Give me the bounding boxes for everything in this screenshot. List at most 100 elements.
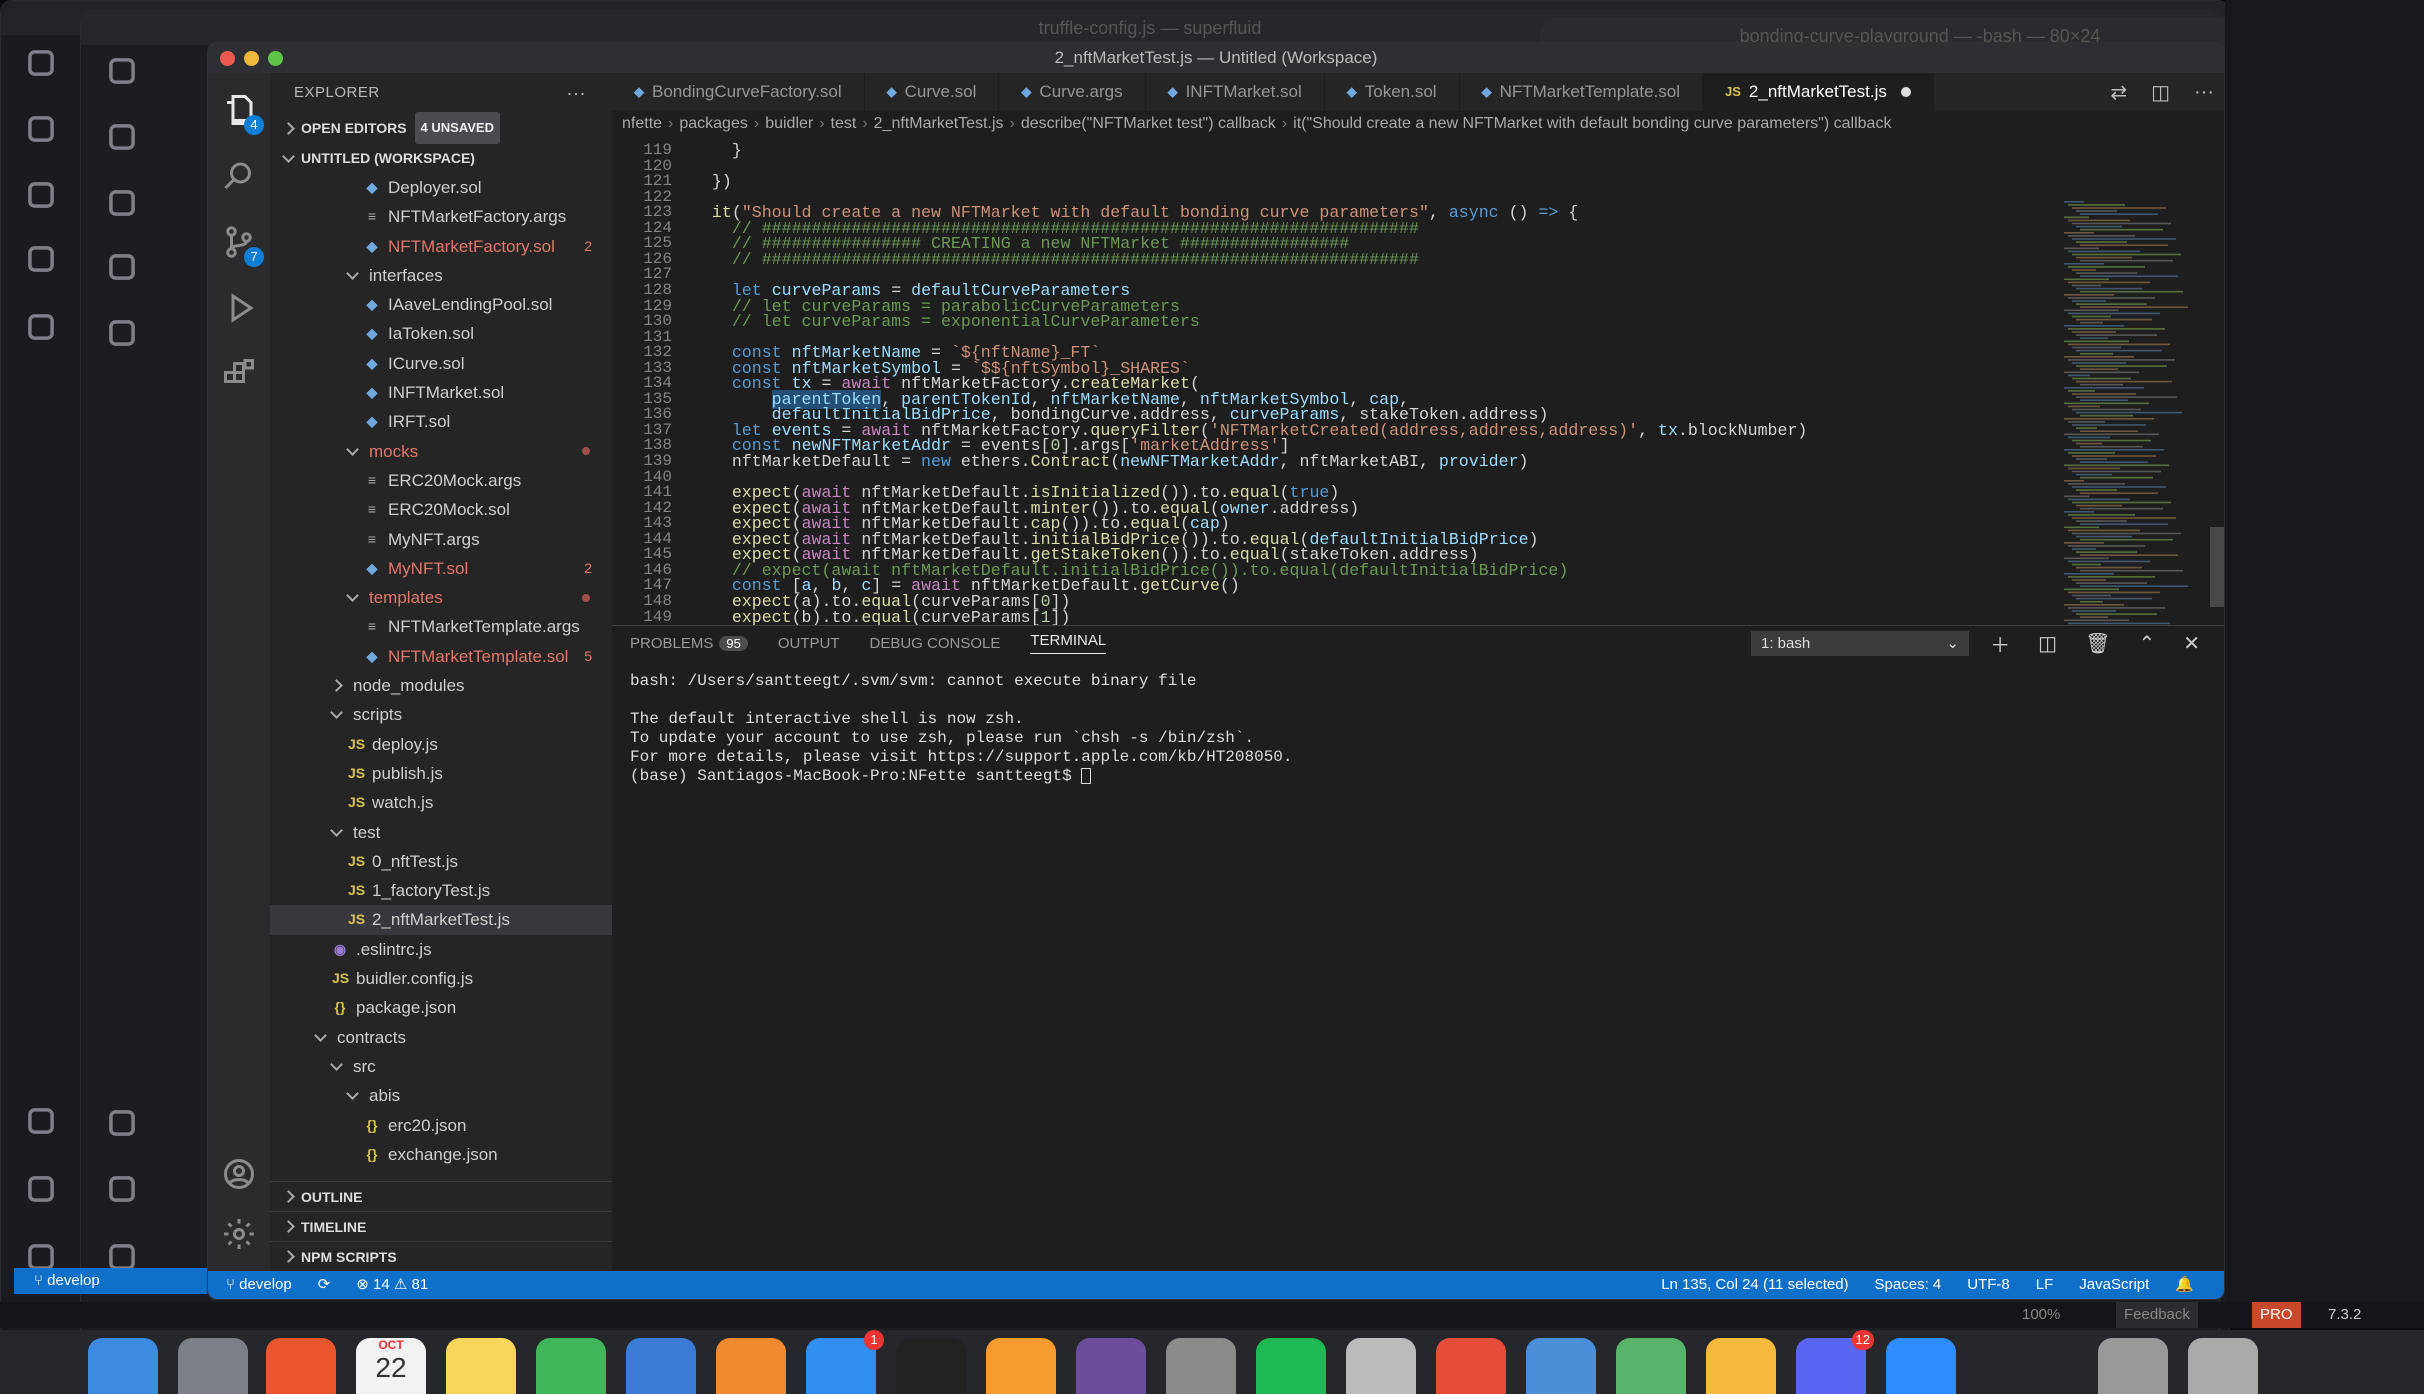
panel-tab-debug-console[interactable]: DEBUG CONSOLE xyxy=(870,635,1001,652)
tree-item[interactable]: ◆ INFTMarket.sol xyxy=(270,378,612,407)
tree-item[interactable]: ◆ IaToken.sol xyxy=(270,319,612,348)
breadcrumb-item[interactable]: buidler xyxy=(765,115,813,132)
panel-tab-terminal[interactable]: TERMINAL xyxy=(1030,632,1107,654)
terminal-icon[interactable] xyxy=(896,1338,966,1394)
code-line[interactable]: // #####################################… xyxy=(692,250,1419,269)
unsaved-dot-icon[interactable] xyxy=(1900,87,1911,97)
tree-item[interactable]: {} erc20.json xyxy=(270,1111,612,1140)
tree-item[interactable]: test xyxy=(270,818,612,847)
tree-item[interactable]: JS 0_nftTest.js xyxy=(270,847,612,876)
run-debug-icon[interactable] xyxy=(212,281,266,335)
editor-scrollbar[interactable] xyxy=(2210,527,2224,607)
tree-item[interactable]: abis xyxy=(270,1081,612,1110)
source-control-icon[interactable]: 7 xyxy=(212,215,266,269)
sync-icon[interactable]: ⟳ xyxy=(318,1271,331,1299)
mail-icon[interactable] xyxy=(1526,1338,1596,1394)
search-icon[interactable] xyxy=(212,149,266,203)
settings-gear-icon[interactable] xyxy=(212,1207,266,1261)
tor-icon[interactable] xyxy=(1076,1338,1146,1394)
discord-icon[interactable]: 12 xyxy=(1796,1330,1874,1394)
tree-item[interactable]: interfaces xyxy=(270,261,612,290)
explorer-icon[interactable]: 4 xyxy=(212,83,266,137)
tree-item[interactable]: ≡ NFTMarketFactory.args xyxy=(270,202,612,231)
tree-item[interactable]: ◉ .eslintrc.js xyxy=(270,935,612,964)
tree-item[interactable]: JS publish.js xyxy=(270,759,612,788)
editor-tab[interactable]: ◆ Curve.sol xyxy=(865,73,1000,111)
breadcrumb-item[interactable]: test xyxy=(831,115,857,132)
system-preferences-icon[interactable] xyxy=(1166,1338,1236,1394)
maps-icon[interactable] xyxy=(1616,1338,1686,1394)
open-changes-icon[interactable]: ⇄ xyxy=(2110,80,2127,105)
language-mode[interactable]: JavaScript xyxy=(2079,1271,2149,1299)
maximize-panel-icon[interactable]: ⌃ xyxy=(2138,631,2155,656)
tree-item[interactable]: src xyxy=(270,1052,612,1081)
section-timeline[interactable]: TIMELINE xyxy=(270,1211,612,1241)
minimap[interactable] xyxy=(2056,201,2206,625)
tree-item[interactable]: {} package.json xyxy=(270,993,612,1022)
breadcrumb-item[interactable]: packages xyxy=(679,115,748,132)
editor-tab[interactable]: ◆ NFTMarketTemplate.sol xyxy=(1460,73,1704,111)
cursor-position[interactable]: Ln 135, Col 24 (11 selected) xyxy=(1661,1271,1848,1299)
explorer-more-button[interactable]: ··· xyxy=(567,73,586,113)
editor-tab[interactable]: ◆ BondingCurveFactory.sol xyxy=(612,73,865,111)
tree-item[interactable]: mocks xyxy=(270,437,612,466)
launchpad-icon[interactable] xyxy=(178,1338,248,1394)
more-actions-icon[interactable]: ··· xyxy=(2194,81,2214,104)
new-terminal-icon[interactable]: ＋ xyxy=(1990,629,2010,658)
code-view[interactable]: 119 } 120 121 }) 122 123 it("Should create a… xyxy=(612,137,2224,625)
panel-tab-output[interactable]: OUTPUT xyxy=(778,635,840,652)
tree-item[interactable]: ◆ ICurve.sol xyxy=(270,349,612,378)
breadcrumb-item[interactable]: it("Should create a new NFTMarket with d… xyxy=(1293,115,1891,132)
chrome-icon[interactable] xyxy=(1436,1338,1506,1394)
code-line[interactable]: }) xyxy=(692,172,732,191)
split-editor-icon[interactable]: ◫ xyxy=(2151,80,2170,105)
notifications-icon[interactable]: 🔔 xyxy=(2175,1271,2194,1299)
editor-tab[interactable]: ◆ Curve.args xyxy=(999,73,1146,111)
tree-item[interactable]: ≡ NFTMarketTemplate.args xyxy=(270,612,612,641)
split-terminal-icon[interactable]: ◫ xyxy=(2038,631,2057,656)
terminal-select[interactable]: 1: bash ⌄ xyxy=(1751,631,1969,656)
code-line[interactable]: // let curveParams = exponentialCurvePar… xyxy=(692,312,1200,331)
tree-item[interactable]: {} exchange.json xyxy=(270,1140,612,1169)
breadcrumb-item[interactable]: nfette xyxy=(622,115,662,132)
tree-item[interactable]: ≡ ERC20Mock.args xyxy=(270,466,612,495)
tree-item[interactable]: scripts xyxy=(270,700,612,729)
breadcrumb-item[interactable]: 2_nftMarketTest.js xyxy=(874,115,1004,132)
editor-tab[interactable]: JS 2_nftMarketTest.js xyxy=(1703,73,1934,111)
workspace-section[interactable]: UNTITLED (WORKSPACE) xyxy=(270,143,612,173)
section-npm-scripts[interactable]: NPM SCRIPTS xyxy=(270,1241,612,1271)
tree-item[interactable]: templates xyxy=(270,583,612,612)
account-icon[interactable] xyxy=(212,1147,266,1201)
code-line[interactable]: } xyxy=(692,141,742,160)
problems-status[interactable]: ⊗ 14 ⚠ 81 xyxy=(356,1271,428,1299)
code-line[interactable]: nftMarketDefault = new ethers.Contract(n… xyxy=(692,452,1529,471)
tree-item[interactable]: node_modules xyxy=(270,671,612,700)
tree-item[interactable]: JS 2_nftMarketTest.js xyxy=(270,905,612,935)
screenshot-icon[interactable] xyxy=(2098,1338,2168,1394)
tree-item[interactable]: ◆ NFTMarketFactory.sol 2 xyxy=(270,232,612,261)
calendar-icon[interactable]: OCT 22 xyxy=(356,1338,426,1394)
numbers-icon[interactable] xyxy=(536,1338,606,1394)
feedback-button[interactable]: Feedback xyxy=(2116,1302,2198,1328)
open-editors-section[interactable]: OPEN EDITORS 4 UNSAVED xyxy=(270,112,612,144)
tree-item[interactable]: ≡ MyNFT.args xyxy=(270,525,612,554)
tree-item[interactable]: JS 1_factoryTest.js xyxy=(270,876,612,905)
tree-item[interactable]: ◆ Deployer.sol xyxy=(270,173,612,202)
trash-icon[interactable] xyxy=(2188,1338,2258,1394)
extensions-icon[interactable] xyxy=(212,347,266,401)
section-outline[interactable]: OUTLINE xyxy=(270,1181,612,1211)
brave-icon[interactable] xyxy=(266,1338,336,1394)
eol-status[interactable]: LF xyxy=(2036,1271,2054,1299)
sublime-icon[interactable] xyxy=(986,1338,1056,1394)
terminal-output[interactable]: bash: /Users/santteegt/.svm/svm: cannot … xyxy=(630,672,1293,786)
tree-item[interactable]: ≡ ERC20Mock.sol xyxy=(270,495,612,524)
tree-item[interactable]: JS deploy.js xyxy=(270,730,612,759)
tree-item[interactable]: ◆ IRFT.sol xyxy=(270,407,612,436)
tree-item[interactable]: ◆ MyNFT.sol 2 xyxy=(270,554,612,583)
notes-icon[interactable] xyxy=(446,1338,516,1394)
minimize-window-button[interactable] xyxy=(244,51,259,66)
tree-item[interactable]: JS watch.js xyxy=(270,788,612,817)
close-panel-icon[interactable]: ✕ xyxy=(2183,631,2200,656)
pages-icon[interactable] xyxy=(716,1338,786,1394)
spotify-icon[interactable] xyxy=(1256,1338,1326,1394)
